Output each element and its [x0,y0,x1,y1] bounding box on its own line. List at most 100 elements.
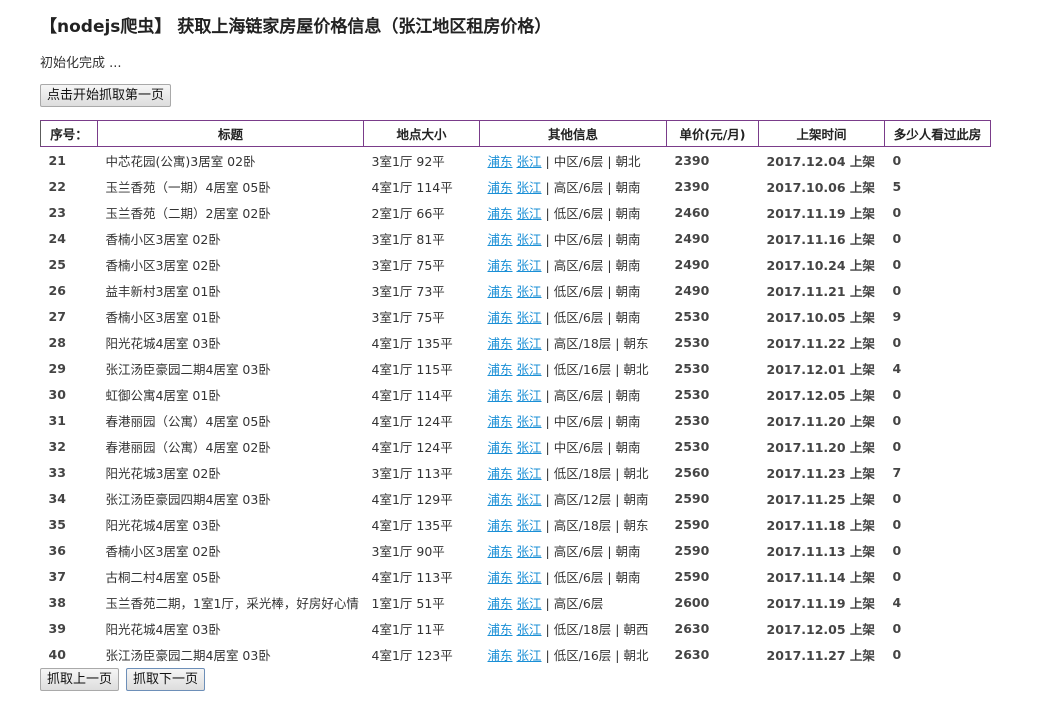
area-link[interactable]: 张江 [517,414,542,429]
area-link[interactable]: 张江 [517,440,542,455]
row-index: 21 [48,152,66,168]
row-index: 40 [48,646,66,662]
row-index: 39 [48,620,66,636]
row-index: 30 [48,386,66,402]
district-link[interactable]: 浦东 [488,518,513,533]
row-date: 2017.12.05 上架 [766,387,875,403]
area-link[interactable]: 张江 [517,258,542,273]
area-link[interactable]: 张江 [517,388,542,403]
district-link[interactable]: 浦东 [488,336,513,351]
area-link[interactable]: 张江 [517,310,542,325]
prev-page-button[interactable]: 抓取上一页 [40,668,120,691]
table-row: 36 香楠小区3居室 02卧 3室1厅 90平 浦东 张江 | 高区/6层 | 朝南 2… [41,537,991,563]
row-date: 2017.11.20 上架 [766,413,875,429]
row-price: 2630 [674,620,710,636]
area-link[interactable]: 张江 [517,362,542,377]
row-index: 36 [48,542,66,558]
district-link[interactable]: 浦东 [488,544,513,559]
district-link[interactable]: 浦东 [488,180,513,195]
info-separator: | [541,283,554,299]
floor-orientation-text: 低区/6层 | 朝南 [553,309,641,325]
info-separator: | [541,647,554,663]
area-link[interactable]: 张江 [517,336,542,351]
floor-orientation-text: 低区/16层 | 朝北 [553,361,649,377]
info-separator: | [541,231,554,247]
area-link[interactable]: 张江 [517,596,542,611]
row-size: 3室1厅 92平 [371,153,445,169]
area-link[interactable]: 张江 [517,492,542,507]
area-link[interactable]: 张江 [517,518,542,533]
area-link[interactable]: 张江 [517,622,542,637]
table-row: 32 春港丽园（公寓）4居室 02卧 4室1厅 124平 浦东 张江 | 中区/6层 … [41,433,991,459]
row-index: 33 [48,464,66,480]
area-link[interactable]: 张江 [517,284,542,299]
district-link[interactable]: 浦东 [488,310,513,325]
area-link[interactable]: 张江 [517,544,542,559]
row-title: 春港丽园（公寓）4居室 05卧 [105,413,271,429]
district-link[interactable]: 浦东 [488,648,513,663]
row-index: 22 [48,178,66,194]
floor-orientation-text: 高区/6层 | 朝南 [553,387,641,403]
district-link[interactable]: 浦东 [488,466,513,481]
floor-orientation-text: 中区/6层 | 朝南 [553,439,641,455]
start-crawl-button[interactable]: 点击开始抓取第一页 [40,84,172,107]
district-link[interactable]: 浦东 [488,362,513,377]
row-price: 2600 [674,594,710,610]
row-size: 3室1厅 75平 [371,309,445,325]
area-link[interactable]: 张江 [517,206,542,221]
row-price: 2490 [674,282,710,298]
district-link[interactable]: 浦东 [488,206,513,221]
row-size: 4室1厅 113平 [371,569,453,585]
floor-orientation-text: 低区/6层 | 朝南 [553,205,641,221]
row-size: 3室1厅 81平 [371,231,445,247]
row-info: 浦东 张江 | 低区/16层 | 朝北 [480,355,667,381]
table-row: 23 玉兰香苑（二期）2居室 02卧 2室1厅 66平 浦东 张江 | 低区/6层 |… [41,199,991,225]
row-price: 2490 [674,230,710,246]
info-separator: | [541,309,554,325]
row-size: 3室1厅 90平 [371,543,445,559]
area-link[interactable]: 张江 [517,648,542,663]
row-size: 4室1厅 124平 [371,439,453,455]
next-page-button[interactable]: 抓取下一页 [126,668,206,691]
floor-orientation-text: 低区/6层 | 朝南 [553,569,641,585]
area-link[interactable]: 张江 [517,466,542,481]
status-text: 初始化完成 ... [40,56,122,71]
area-link[interactable]: 张江 [517,570,542,585]
area-link[interactable]: 张江 [517,232,542,247]
table-row: 37 古桐二村4居室 05卧 4室1厅 113平 浦东 张江 | 低区/6层 | 朝南… [41,563,991,589]
district-link[interactable]: 浦东 [488,388,513,403]
row-info: 浦东 张江 | 高区/6层 | 朝南 [480,381,667,407]
row-price: 2530 [674,386,710,402]
area-link[interactable]: 张江 [517,180,542,195]
row-price: 2590 [674,542,710,558]
row-info: 浦东 张江 | 低区/18层 | 朝北 [480,459,667,485]
info-separator: | [541,387,554,403]
district-link[interactable]: 浦东 [488,232,513,247]
row-index: 38 [48,594,66,610]
row-price: 2390 [674,152,710,168]
row-info: 浦东 张江 | 中区/6层 | 朝北 [480,147,667,174]
area-link[interactable]: 张江 [517,154,542,169]
row-info: 浦东 张江 | 高区/6层 | 朝南 [480,537,667,563]
district-link[interactable]: 浦东 [488,440,513,455]
info-separator: | [541,569,554,585]
table-row: 34 张江汤臣豪园四期4居室 03卧 4室1厅 129平 浦东 张江 | 高区/12层… [41,485,991,511]
district-link[interactable]: 浦东 [488,622,513,637]
district-link[interactable]: 浦东 [488,258,513,273]
district-link[interactable]: 浦东 [488,284,513,299]
row-info: 浦东 张江 | 高区/12层 | 朝南 [480,485,667,511]
district-link[interactable]: 浦东 [488,596,513,611]
district-link[interactable]: 浦东 [488,154,513,169]
row-price: 2630 [674,646,710,662]
row-info: 浦东 张江 | 高区/18层 | 朝东 [480,511,667,537]
row-size: 4室1厅 124平 [371,413,453,429]
row-views: 0 [892,568,902,584]
district-link[interactable]: 浦东 [488,414,513,429]
row-views: 9 [892,308,902,324]
row-title: 中芯花园(公寓)3居室 02卧 [105,153,256,169]
row-views: 0 [892,646,902,662]
row-date: 2017.11.21 上架 [766,283,875,299]
district-link[interactable]: 浦东 [488,570,513,585]
floor-orientation-text: 低区/18层 | 朝北 [553,465,649,481]
district-link[interactable]: 浦东 [488,492,513,507]
